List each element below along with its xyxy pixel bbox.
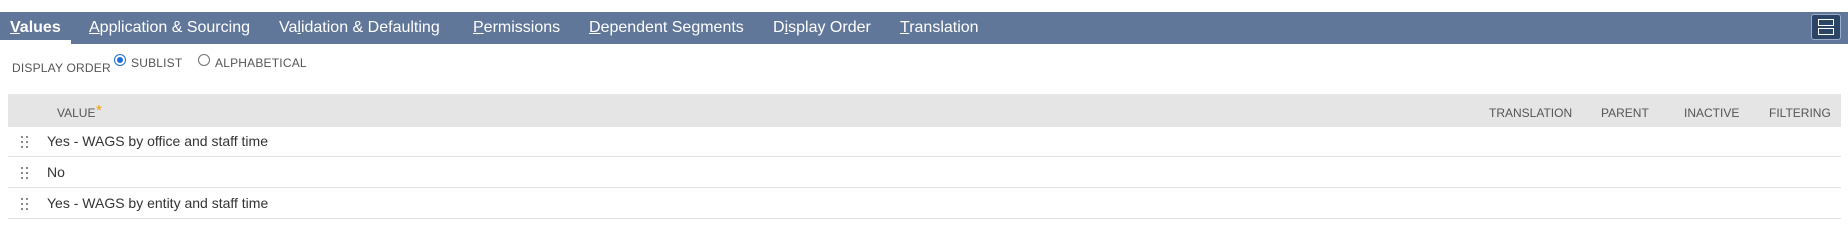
- table-row[interactable]: Yes - WAGS by office and staff time: [8, 127, 1841, 157]
- tab-application-sourcing[interactable]: Application & Sourcing: [89, 18, 250, 38]
- tab-values-accesskey: V: [10, 19, 20, 36]
- column-header-inactive[interactable]: INACTIVE: [1684, 106, 1739, 120]
- column-header-filtering[interactable]: FILTERING: [1769, 106, 1831, 120]
- drag-handle-icon[interactable]: [21, 198, 28, 211]
- row-value[interactable]: Yes - WAGS by office and staff time: [47, 133, 268, 149]
- split-layout-icon-bottom: [1818, 28, 1834, 35]
- row-value[interactable]: Yes - WAGS by entity and staff time: [47, 195, 268, 211]
- tab-permissions[interactable]: Permissions: [473, 18, 560, 38]
- table-row[interactable]: Yes - WAGS by entity and staff time: [8, 189, 1841, 219]
- tab-validation-defaulting-label-pre: Va: [279, 19, 298, 36]
- drag-handle-icon[interactable]: [21, 136, 28, 149]
- column-header-parent[interactable]: PARENT: [1601, 106, 1649, 120]
- radio-alphabetical-label[interactable]: ALPHABETICAL: [215, 56, 307, 70]
- tab-dependent-segments-accesskey: D: [589, 19, 601, 36]
- sublist-header-row: VALUE * TRANSLATION PARENT INACTIVE FILTE…: [8, 94, 1841, 127]
- layout-toggle-button[interactable]: [1811, 14, 1841, 40]
- row-value[interactable]: No: [47, 164, 65, 180]
- display-order-label: DISPLAY ORDER: [12, 61, 111, 75]
- tab-application-sourcing-accesskey: A: [89, 19, 100, 36]
- required-field-mark: *: [96, 102, 102, 119]
- subtab-bar: Values Application & Sourcing Validation…: [0, 12, 1848, 44]
- tab-permissions-accesskey: P: [473, 19, 484, 36]
- radio-sublist[interactable]: [114, 54, 126, 66]
- tab-display-order-label: splay Order: [788, 19, 871, 36]
- tab-values[interactable]: Values: [10, 18, 61, 38]
- active-tab-indicator: [0, 40, 71, 44]
- tab-permissions-label: ermissions: [483, 19, 561, 36]
- tab-display-order-label-pre: D: [773, 19, 785, 36]
- tab-application-sourcing-label: pplication & Sourcing: [99, 19, 250, 36]
- column-header-translation[interactable]: TRANSLATION: [1489, 106, 1572, 120]
- tab-translation-accesskey: T: [900, 19, 910, 36]
- drag-handle-icon[interactable]: [21, 167, 28, 180]
- split-layout-icon-top: [1818, 19, 1834, 26]
- table-row[interactable]: No: [8, 158, 1841, 188]
- radio-sublist-label[interactable]: SUBLIST: [131, 56, 182, 70]
- tab-translation[interactable]: Translation: [900, 18, 979, 38]
- column-header-value-label: VALUE: [57, 106, 96, 120]
- tab-validation-defaulting-label: idation & Defaulting: [300, 19, 440, 36]
- tab-dependent-segments-label: ependent Segments: [600, 19, 744, 36]
- column-header-value[interactable]: VALUE *: [57, 102, 102, 120]
- radio-alphabetical[interactable]: [198, 54, 210, 66]
- tab-translation-label: ranslation: [909, 19, 979, 36]
- tab-validation-defaulting[interactable]: Validation & Defaulting: [279, 18, 440, 38]
- tab-display-order[interactable]: Display Order: [773, 18, 871, 38]
- tab-dependent-segments[interactable]: Dependent Segments: [589, 18, 744, 38]
- tab-values-label: alues: [19, 19, 61, 36]
